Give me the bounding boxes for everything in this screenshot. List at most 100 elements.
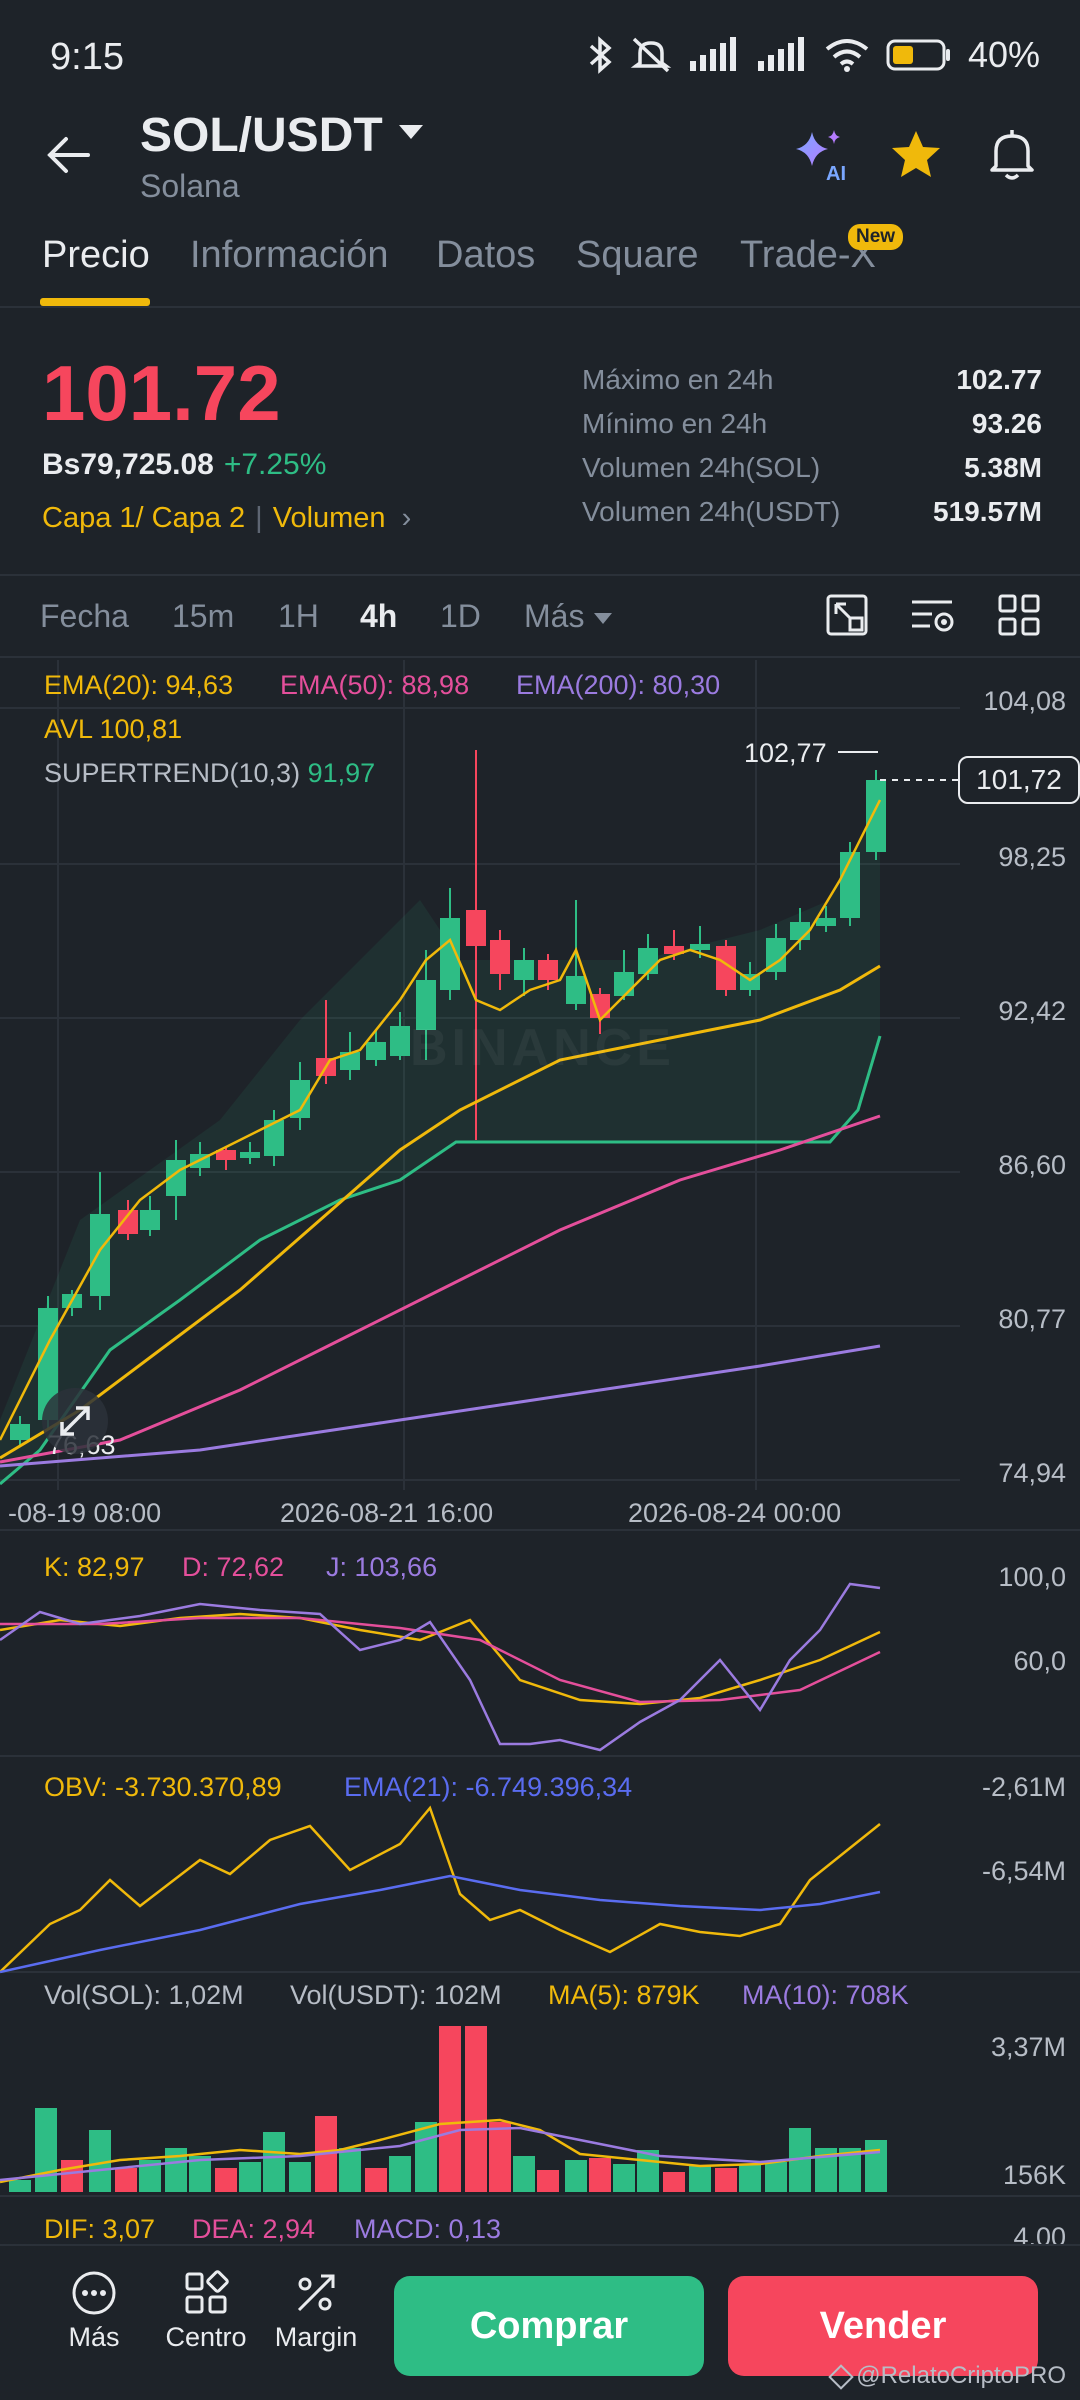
volume-bar bbox=[389, 2156, 411, 2192]
more-label: Más bbox=[68, 2322, 120, 2352]
legend-obv-ema: EMA(21): -6.749.396,34 bbox=[344, 1772, 633, 1802]
volume-bar bbox=[239, 2162, 261, 2192]
volume-bar bbox=[613, 2164, 635, 2192]
volume-bar bbox=[589, 2158, 611, 2192]
volume-bar bbox=[61, 2160, 83, 2192]
candle-body bbox=[866, 780, 886, 852]
legend-macd: MACD: 0,13 bbox=[354, 2214, 502, 2244]
legend-ma10: MA(10): 708K bbox=[742, 1980, 909, 2010]
volume-bar bbox=[289, 2162, 311, 2192]
legend-obv: OBV: -3.730.370,89 bbox=[44, 1772, 282, 1802]
y-tick: 74,94 bbox=[998, 1458, 1066, 1488]
legend-dea: DEA: 2,94 bbox=[192, 2214, 316, 2244]
volume-bar bbox=[115, 2168, 137, 2192]
y-tick: 104,08 bbox=[983, 686, 1066, 716]
obv-y-tick: -6,54M bbox=[981, 1856, 1066, 1886]
legend-d: D: 72,62 bbox=[182, 1552, 285, 1582]
kdj-j-line bbox=[0, 1582, 881, 1752]
x-tick: 2026-08-24 00:00 bbox=[628, 1498, 842, 1528]
center-label: Centro bbox=[165, 2322, 247, 2352]
vol-y-tick: 156K bbox=[1002, 2160, 1066, 2190]
binance-watermark: BINANCE bbox=[410, 1019, 675, 1077]
legend-avl: AVL 100,81 bbox=[44, 714, 183, 744]
y-tick: 92,42 bbox=[998, 996, 1066, 1026]
kdj-y-tick: 60,0 bbox=[1013, 1646, 1066, 1676]
y-tick: 80,77 bbox=[998, 1304, 1066, 1334]
ema200-line bbox=[0, 1344, 881, 1468]
kdj-d-line bbox=[0, 1616, 881, 1704]
volume-bar bbox=[663, 2172, 685, 2192]
volume-bar bbox=[565, 2160, 587, 2192]
candle-body bbox=[538, 960, 558, 980]
y-tick: 98,25 bbox=[998, 842, 1066, 872]
candle-body bbox=[514, 960, 534, 980]
high-label: 102,77 bbox=[744, 738, 827, 768]
watermark-text: @RelatoCriptoPRO bbox=[856, 2362, 1066, 2389]
candle-body bbox=[638, 948, 658, 974]
volume-bar bbox=[339, 2148, 361, 2192]
legend-ema200: EMA(200): 80,30 bbox=[516, 670, 721, 700]
chart-canvas[interactable] bbox=[0, 0, 1080, 2400]
obv-y-tick: -2,61M bbox=[981, 1772, 1066, 1802]
volume-bar bbox=[865, 2140, 887, 2192]
kdj-y-tick: 100,0 bbox=[998, 1562, 1066, 1592]
volume-bar bbox=[9, 2180, 31, 2192]
legend-dif: DIF: 3,07 bbox=[44, 2214, 156, 2244]
apps-grid-icon bbox=[185, 2270, 229, 2314]
candle-body bbox=[366, 1042, 386, 1060]
sell-button[interactable]: Vender bbox=[728, 2276, 1038, 2376]
volume-bar bbox=[489, 2122, 511, 2192]
supertrend-value: 91,97 bbox=[307, 758, 376, 788]
volume-bar bbox=[765, 2162, 787, 2192]
legend-ema50: EMA(50): 88,98 bbox=[280, 670, 470, 700]
volume-bar bbox=[439, 2026, 461, 2192]
kdj-k-line bbox=[0, 1612, 881, 1706]
binance-logo-icon bbox=[828, 2363, 854, 2390]
last-price-marker: 101,72 bbox=[958, 756, 1080, 804]
legend-supertrend: SUPERTREND(10,3) 91,97 bbox=[44, 758, 375, 789]
candle-body bbox=[390, 1026, 410, 1056]
volume-bar bbox=[365, 2168, 387, 2192]
volume-bar bbox=[537, 2170, 559, 2192]
vol-y-tick: 3,37M bbox=[990, 2032, 1066, 2062]
candle-body bbox=[10, 1424, 30, 1440]
candle-body bbox=[490, 940, 510, 974]
x-tick: -08-19 08:00 bbox=[8, 1498, 162, 1528]
legend-vol-sol: Vol(SOL): 1,02M bbox=[44, 1980, 244, 2010]
legend-j: J: 103,66 bbox=[326, 1552, 438, 1582]
legend-k: K: 82,97 bbox=[44, 1552, 145, 1582]
legend-ema20: EMA(20): 94,63 bbox=[44, 670, 234, 700]
margin-percent-icon bbox=[297, 2274, 335, 2312]
x-tick: 2026-08-21 16:00 bbox=[280, 1498, 494, 1528]
expand-icon[interactable] bbox=[40, 1386, 110, 1456]
creator-watermark: @RelatoCriptoPRO bbox=[828, 2362, 1066, 2390]
candle-body bbox=[240, 1152, 260, 1158]
volume-bar bbox=[263, 2132, 285, 2192]
more-dots-icon bbox=[72, 2271, 116, 2315]
volume-bar bbox=[465, 2026, 487, 2192]
volume-bar bbox=[715, 2168, 737, 2192]
buy-button[interactable]: Comprar bbox=[394, 2276, 704, 2376]
candle-body bbox=[140, 1210, 160, 1230]
candle-body bbox=[790, 922, 810, 940]
supertrend-label: SUPERTREND(10,3) bbox=[44, 758, 301, 788]
center-button[interactable]: Centro bbox=[156, 2270, 256, 2353]
candle-body bbox=[90, 1214, 110, 1296]
y-tick: 86,60 bbox=[998, 1150, 1066, 1180]
margin-button[interactable]: Margin bbox=[266, 2270, 366, 2353]
volume-bar bbox=[513, 2156, 535, 2192]
candle-body bbox=[690, 944, 710, 950]
legend-vol-usdt: Vol(USDT): 102M bbox=[290, 1980, 502, 2010]
volume-bar bbox=[35, 2108, 57, 2192]
volume-bar bbox=[689, 2166, 711, 2192]
volume-bar bbox=[215, 2168, 237, 2192]
candle-body bbox=[816, 918, 836, 926]
volume-bar bbox=[739, 2164, 761, 2192]
more-button[interactable]: Más bbox=[44, 2270, 144, 2353]
candle-body bbox=[466, 910, 486, 946]
obv-ema-line bbox=[0, 1874, 881, 1974]
obv-line bbox=[0, 1805, 881, 1973]
candle-body bbox=[614, 972, 634, 996]
legend-ma5: MA(5): 879K bbox=[548, 1980, 700, 2010]
margin-label: Margin bbox=[274, 2322, 358, 2352]
